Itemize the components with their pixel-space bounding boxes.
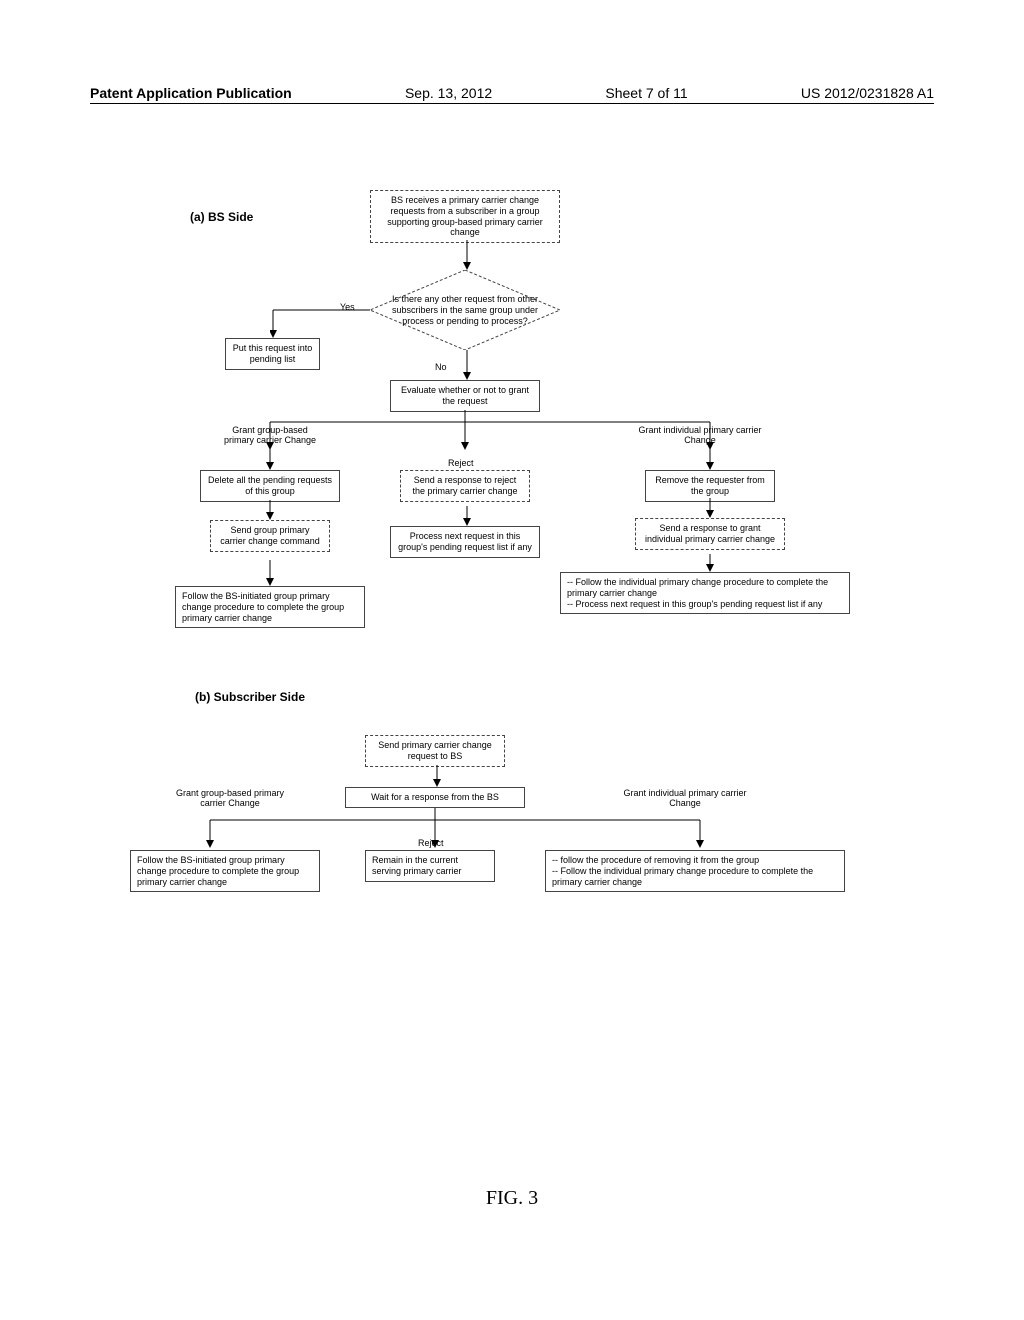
- no-label: No: [435, 362, 447, 372]
- arrow-icon: [462, 506, 472, 526]
- arrow-icon: [265, 560, 275, 586]
- pending-decision-diamond: Is there any other request from other su…: [370, 270, 560, 350]
- split-arrow-b-icon: [170, 808, 770, 848]
- send-request-box: Send primary carrier change request to B…: [365, 735, 505, 767]
- follow-group-box-b: Follow the BS-initiated group primary ch…: [130, 850, 320, 892]
- grant-indiv-resp-box: Send a response to grant individual prim…: [635, 518, 785, 550]
- diamond-text: Is there any other request from other su…: [389, 294, 541, 326]
- grant-indiv-label-b: Grant individual primary carrier Change: [620, 788, 750, 808]
- arrow-icon: [705, 554, 715, 572]
- sheet-number: Sheet 7 of 11: [605, 85, 687, 101]
- doc-number: US 2012/0231828 A1: [801, 85, 934, 101]
- grant-indiv-label: Grant individual primary carrier Change: [635, 425, 765, 445]
- bs-receives-box: BS receives a primary carrier change req…: [370, 190, 560, 243]
- remain-box: Remain in the current serving primary ca…: [365, 850, 495, 882]
- pub-date: Sep. 13, 2012: [405, 85, 492, 101]
- arrow-icon: [705, 448, 715, 470]
- process-next-box: Process next request in this group's pen…: [390, 526, 540, 558]
- section-a-label: (a) BS Side: [190, 210, 253, 224]
- follow-indiv-box-a: -- Follow the individual primary change …: [560, 572, 850, 614]
- wait-response-box: Wait for a response from the BS: [345, 787, 525, 808]
- pending-list-box: Put this request into pending list: [225, 338, 320, 370]
- reject-label-b: Reject: [418, 838, 444, 848]
- arrow-no-icon: [462, 350, 472, 380]
- evaluate-box: Evaluate whether or not to grant the req…: [390, 380, 540, 412]
- follow-indiv-box-b: -- follow the procedure of removing it f…: [545, 850, 845, 892]
- arrow-icon: [705, 498, 715, 518]
- arrow-down-icon: [462, 240, 472, 270]
- arrow-icon: [265, 448, 275, 470]
- send-group-cmd-box: Send group primary carrier change comman…: [210, 520, 330, 552]
- pub-type: Patent Application Publication: [90, 85, 292, 101]
- arrow-icon: [265, 500, 275, 520]
- arrow-yes-icon: [270, 308, 370, 338]
- grant-group-label: Grant group-based primary carrier Change: [220, 425, 320, 445]
- arrow-icon: [432, 765, 442, 787]
- reject-response-box: Send a response to reject the primary ca…: [400, 470, 530, 502]
- delete-pending-box: Delete all the pending requests of this …: [200, 470, 340, 502]
- remove-requester-box: Remove the requester from the group: [645, 470, 775, 502]
- follow-group-box-a: Follow the BS-initiated group primary ch…: [175, 586, 365, 628]
- reject-label-a: Reject: [448, 458, 474, 468]
- section-b-label: (b) Subscriber Side: [195, 690, 305, 704]
- figure-caption: FIG. 3: [0, 1187, 1024, 1210]
- grant-group-label-b: Grant group-based primary carrier Change: [175, 788, 285, 808]
